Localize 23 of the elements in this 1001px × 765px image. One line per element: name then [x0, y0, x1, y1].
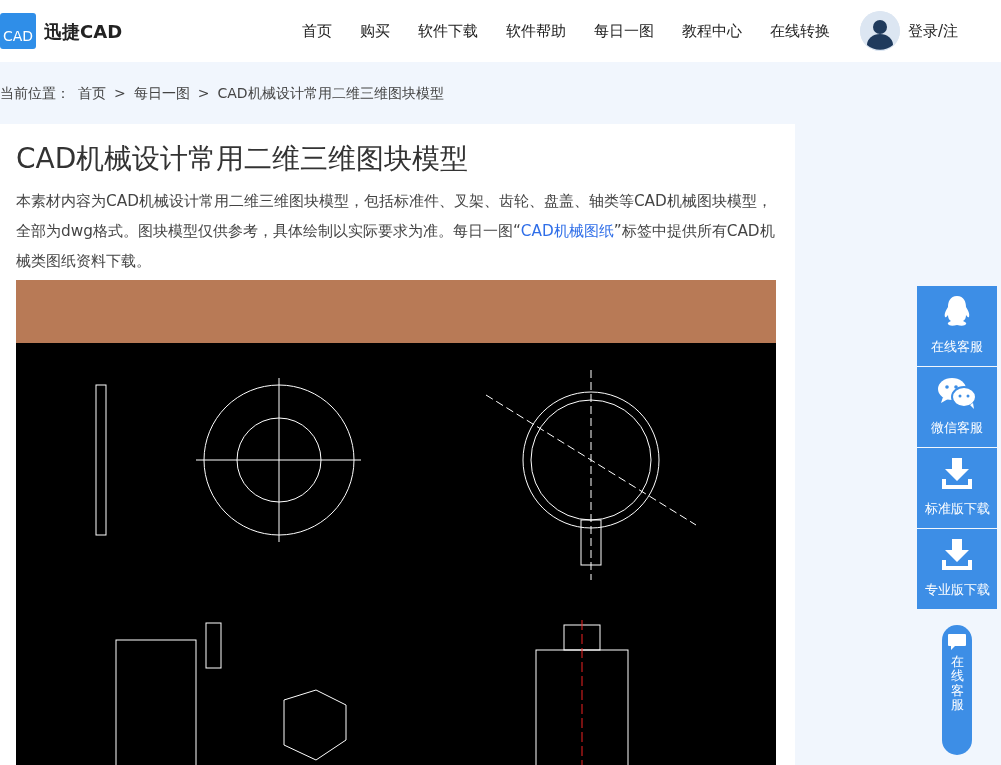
nav-link[interactable]: 软件帮助 — [492, 19, 580, 43]
nav-link[interactable]: 软件下载 — [404, 19, 492, 43]
download-icon — [940, 457, 974, 492]
chat-bubble-icon — [947, 633, 967, 651]
article-paragraph: 本素材内容为CAD机械设计常用二维三维图块模型，包括标准件、叉架、齿轮、盘盖、轴类等CAD机械图块模型，全部为dwg格式。图块模型仅供参考，具体绘制以实际要求为准。每日一图“CAD机械图纸”标签中提供所有CAD机械类图纸资料下载。 — [16, 190, 776, 272]
nav-link[interactable]: 教程中心 — [668, 19, 756, 43]
logo-badge: CAD — [0, 13, 36, 49]
site-name: 迅捷CAD — [44, 19, 123, 44]
nav-link[interactable]: 购买 — [346, 19, 404, 43]
nav-link[interactable]: 首页 — [288, 19, 346, 43]
breadcrumb-link[interactable]: 每日一图 — [133, 82, 190, 104]
article-title: CAD机械设计常用二维三维图块模型 — [16, 142, 470, 176]
breadcrumb-link[interactable]: CAD机械设计常用二维三维图块模型 — [217, 82, 444, 104]
chat-bubbles-icon — [937, 376, 977, 411]
login-link[interactable]: 登录/注 — [908, 19, 959, 43]
breadcrumb-separator: > — [197, 83, 210, 103]
breadcrumb-label: 当前位置： — [0, 83, 70, 103]
breadcrumb-separator: > — [114, 83, 126, 103]
tag-link[interactable]: CAD机械图纸 — [520, 221, 614, 240]
breadcrumb-link[interactable]: 首页 — [78, 82, 106, 104]
nav-link[interactable]: 每日一图 — [580, 19, 668, 43]
download-icon — [940, 538, 974, 573]
nav-link[interactable]: 在线转换 — [756, 19, 844, 43]
